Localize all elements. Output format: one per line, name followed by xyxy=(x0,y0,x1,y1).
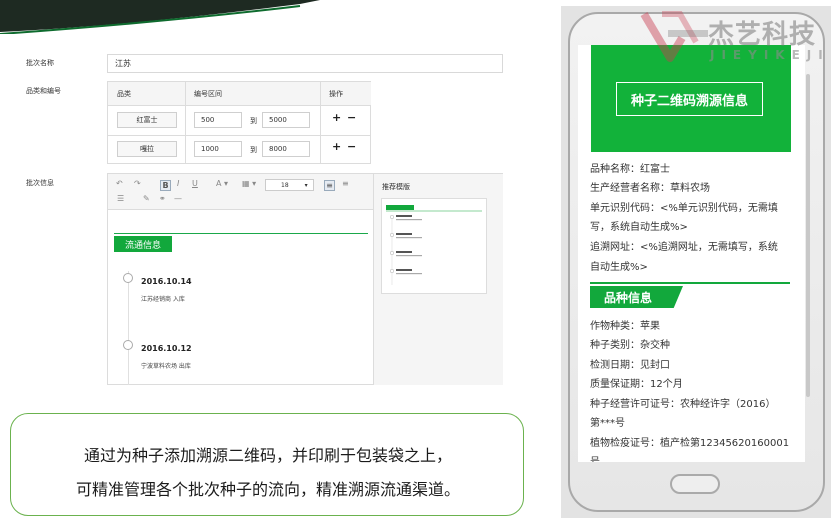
detail-line: 种子类别：杂交种 xyxy=(590,340,670,351)
variety-info-title: 品种信息 xyxy=(590,286,683,308)
info-line: 写，系统自动生成%> xyxy=(590,222,688,233)
remove-row-button[interactable]: − xyxy=(347,111,356,124)
table-header-action: 操作 xyxy=(320,82,371,106)
callout-line-1: 通过为种子添加溯源二维码，并印刷于包装袋之上， xyxy=(83,446,452,465)
detail-line: 号 xyxy=(590,453,794,462)
underline-icon[interactable]: U xyxy=(192,179,198,188)
range-to-input[interactable]: 8000 xyxy=(262,141,310,157)
info-line: 生产经营者名称：草料农场 xyxy=(590,183,710,194)
description-callout: 通过为种子添加溯源二维码，并印刷于包装袋之上， 可精准管理各个批次种子的流向，精… xyxy=(10,413,524,516)
add-row-button[interactable]: + xyxy=(332,140,341,153)
company-logo: 杰艺科技 JIEYIKEJI xyxy=(640,8,830,68)
detail-line: 种子经营许可证号：农种经许字（2016） xyxy=(590,399,776,410)
italic-icon[interactable]: I xyxy=(177,179,179,188)
range-from-input[interactable]: 1000 xyxy=(194,141,242,157)
chevron-down-icon: ▾ xyxy=(304,181,308,189)
timeline-dot xyxy=(123,273,133,283)
list-icon[interactable]: ☰ xyxy=(117,194,124,203)
undo-icon[interactable]: ↶ xyxy=(116,179,123,188)
timeline-dot xyxy=(123,340,133,350)
template-panel-title: 推荐模版 xyxy=(382,183,410,191)
rich-text-editor: ↶ ↷ B I U A ▾ ▦ ▾ 18 ▾ ≡ ≡ ☰ ✎ ⚭ — 流通信息 2… xyxy=(107,173,503,385)
callout-line-2: 可精准管理各个批次种子的流向，精准溯源流通渠道。 xyxy=(75,480,460,499)
editor-content[interactable]: 流通信息 2016.10.14 江苏经销商 入库 2016.10.12 宁波草料… xyxy=(108,211,373,385)
range-to-input[interactable]: 5000 xyxy=(262,112,310,128)
info-line: 品种名称：红富士 xyxy=(590,164,670,175)
font-color-icon[interactable]: A ▾ xyxy=(216,179,228,188)
range-from-input[interactable]: 500 xyxy=(194,112,242,128)
align-center-icon[interactable]: ≡ xyxy=(342,179,349,188)
bold-icon[interactable]: B xyxy=(160,180,171,191)
redo-icon[interactable]: ↷ xyxy=(134,179,141,188)
add-row-button[interactable]: + xyxy=(332,111,341,124)
qr-trace-info-button[interactable]: 种子二维码溯源信息 xyxy=(616,82,763,116)
section-divider xyxy=(114,233,368,234)
logo-mark-icon xyxy=(640,11,708,62)
template-panel: 推荐模版 xyxy=(373,174,503,385)
detail-line: 植物检疫证号：植产检第12345620160001 xyxy=(590,438,790,449)
table-header-category: 品类 xyxy=(108,82,185,106)
align-left-icon[interactable]: ≡ xyxy=(324,180,335,191)
home-button[interactable] xyxy=(670,474,720,494)
detail-line: 质量保证期：12个月 xyxy=(590,379,683,390)
pen-icon[interactable]: ✎ xyxy=(143,194,150,203)
circulation-badge: 流通信息 xyxy=(114,236,172,252)
decorative-swoosh xyxy=(0,0,320,34)
table-header-range: 编号区间 xyxy=(185,82,320,106)
detail-line: 检测日期：见封口 xyxy=(590,360,670,371)
info-line: 自动生成%> xyxy=(590,262,648,273)
link-icon[interactable]: ⚭ xyxy=(159,194,166,203)
font-size-select[interactable]: 18 ▾ xyxy=(265,179,314,191)
batch-name-input[interactable]: 江苏 xyxy=(107,54,503,73)
category-label: 品类和编号 xyxy=(26,87,61,95)
section-divider xyxy=(590,282,790,284)
batch-form: 批次名称 江苏 品类和编号 品类 编号区间 操作 红富士 500 到 5000 … xyxy=(14,44,508,385)
batch-name-label: 批次名称 xyxy=(26,59,54,67)
timeline-date: 2016.10.14 xyxy=(141,277,192,286)
timeline-desc: 江苏经销商 入库 xyxy=(141,296,185,303)
category-cell[interactable]: 嘎拉 xyxy=(117,141,177,157)
table-insert-icon[interactable]: ▦ ▾ xyxy=(242,179,256,188)
horizontal-rule-icon[interactable]: — xyxy=(174,194,182,203)
editor-toolbar: ↶ ↷ B I U A ▾ ▦ ▾ 18 ▾ ≡ ≡ ☰ ✎ ⚭ — xyxy=(108,174,373,210)
phone-scrollbar[interactable] xyxy=(806,74,810,397)
detail-line: 作物种类：苹果 xyxy=(590,321,660,332)
logo-text: 杰艺科技 xyxy=(708,20,817,50)
logo-subtext: JIEYIKEJI xyxy=(710,48,830,62)
info-line: 追溯网址：<%追溯网址，无需填写，系统 xyxy=(590,242,778,253)
range-to-label: 到 xyxy=(250,146,257,154)
template-thumbnail[interactable] xyxy=(381,198,487,294)
detail-line: 第***号 xyxy=(590,418,625,429)
timeline-desc: 宁波草料农场 出库 xyxy=(141,363,191,370)
batch-info-label: 批次信息 xyxy=(26,179,54,187)
remove-row-button[interactable]: − xyxy=(347,140,356,153)
timeline-date: 2016.10.12 xyxy=(141,344,192,353)
range-to-label: 到 xyxy=(250,117,257,125)
timeline-line xyxy=(128,271,129,385)
phone-screen: 种子二维码溯源信息 品种名称：红富士 生产经营者名称：草料农场 单元识别代码：<… xyxy=(578,45,805,462)
category-cell[interactable]: 红富士 xyxy=(117,112,177,128)
category-table: 品类 编号区间 操作 红富士 500 到 5000 + − 嘎拉 1000 到 … xyxy=(107,81,371,164)
info-line: 单元识别代码：<%单元识别代码，无需填 xyxy=(590,203,778,214)
phone-mockup: 种子二维码溯源信息 品种名称：红富士 生产经营者名称：草料农场 单元识别代码：<… xyxy=(568,12,825,512)
